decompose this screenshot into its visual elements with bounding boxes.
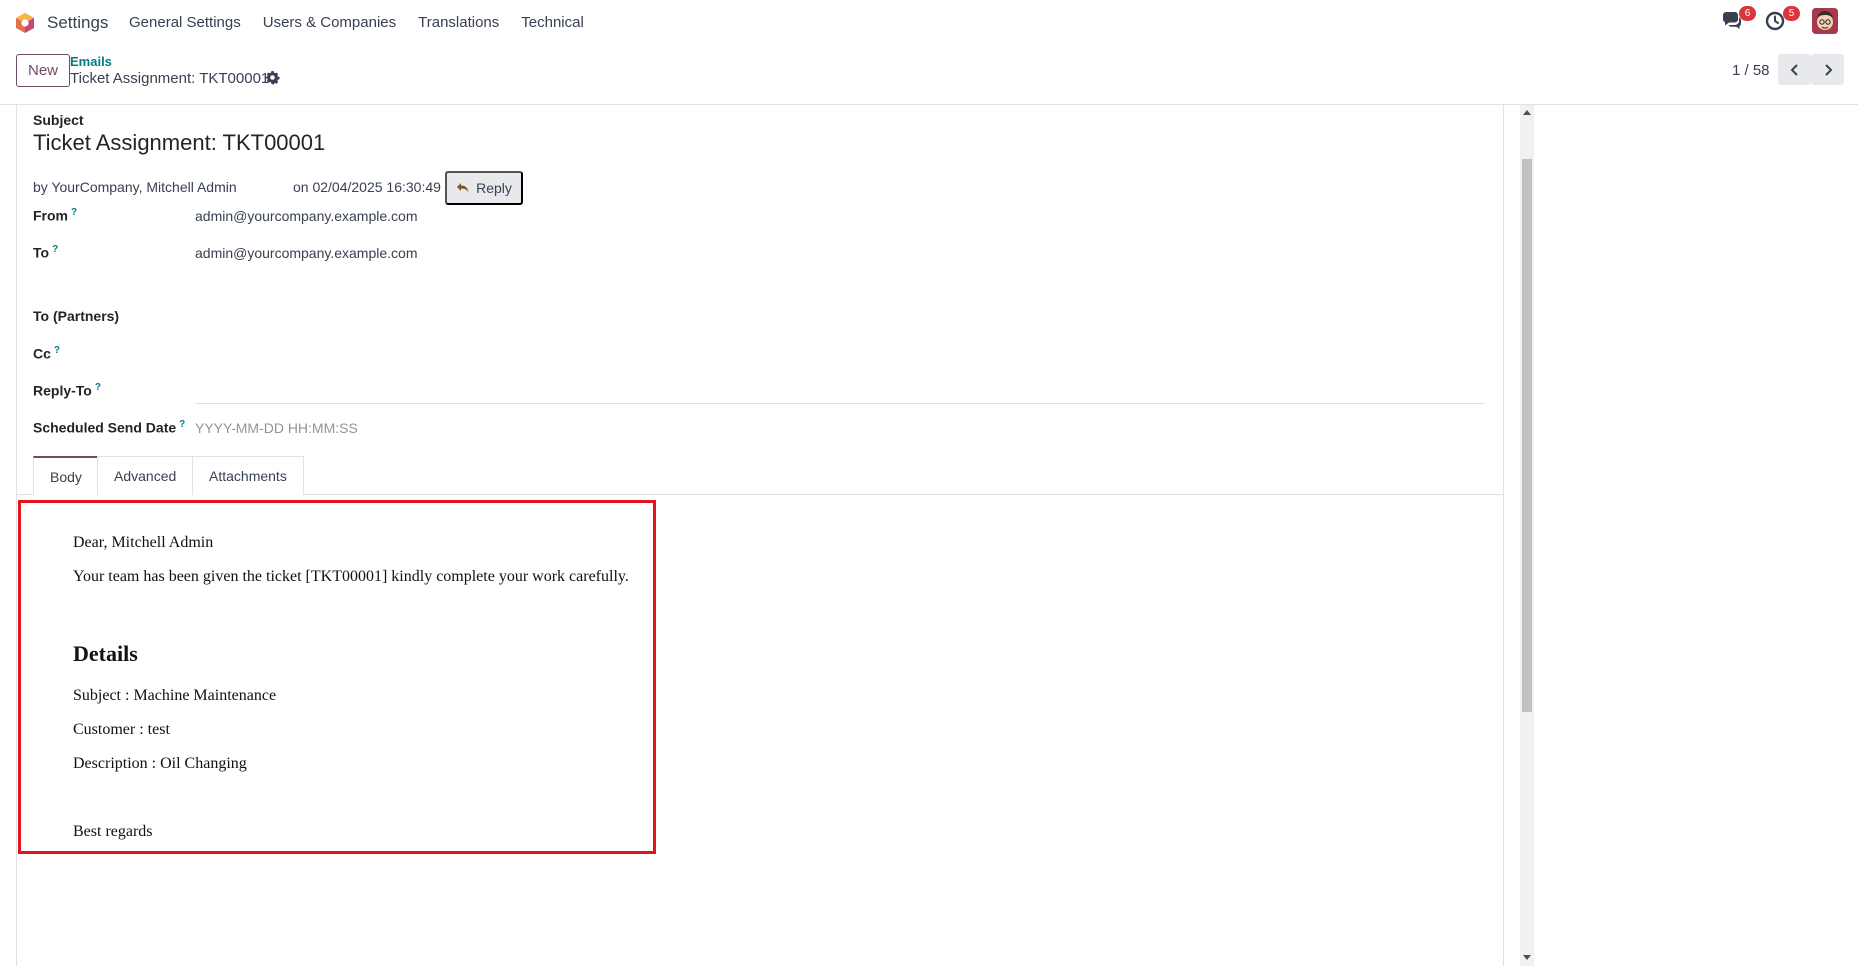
from-help-icon[interactable]: ?	[71, 207, 77, 218]
chevron-right-icon	[1824, 63, 1832, 76]
date-line: on 02/04/2025 16:30:49	[293, 179, 441, 195]
new-button[interactable]: New	[16, 54, 71, 87]
reply-label: Reply	[476, 180, 512, 196]
email-subject-line: Subject : Machine Maintenance	[73, 687, 277, 704]
email-closing: Best regards	[73, 823, 153, 840]
scroll-up-arrow-icon[interactable]	[1523, 110, 1531, 115]
pager-value[interactable]: 1 / 58	[1732, 62, 1770, 79]
tab-advanced[interactable]: Advanced	[97, 456, 194, 495]
from-label: From?	[33, 207, 77, 224]
menu-technical[interactable]: Technical	[521, 14, 584, 31]
reply-to-help-icon[interactable]: ?	[95, 382, 101, 393]
scroll-thumb[interactable]	[1522, 159, 1532, 712]
email-description-line: Description : Oil Changing	[73, 755, 247, 772]
reply-button[interactable]: Reply	[445, 171, 523, 205]
top-navbar: Settings General Settings Users & Compan…	[0, 0, 1858, 46]
messages-badge: 6	[1739, 6, 1756, 21]
email-greeting: Dear, Mitchell Admin	[73, 534, 214, 551]
form-scrollbar[interactable]	[1520, 105, 1534, 966]
to-label-text: To	[33, 244, 50, 261]
activities-badge: 5	[1783, 6, 1800, 21]
chevron-left-icon	[1790, 63, 1798, 76]
app-name[interactable]: Settings	[47, 13, 108, 33]
notebook-tabs: Body Advanced Attachments	[16, 456, 1504, 496]
cc-label: Cc?	[33, 345, 60, 362]
to-partners-label: To (Partners)	[33, 308, 120, 324]
menu-translations[interactable]: Translations	[418, 14, 499, 31]
reply-to-label: Reply-To?	[33, 382, 101, 399]
gear-icon[interactable]	[265, 70, 280, 85]
tab-attachments[interactable]: Attachments	[192, 456, 304, 495]
to-label: To?	[33, 244, 58, 261]
to-help-icon[interactable]: ?	[52, 244, 58, 255]
email-customer-line: Customer : test	[73, 721, 170, 738]
menu-general-settings[interactable]: General Settings	[129, 14, 241, 31]
control-panel: New Emails Ticket Assignment: TKT00001 1…	[0, 46, 1858, 105]
menu-users-companies[interactable]: Users & Companies	[263, 14, 396, 31]
scheduled-date-label: Scheduled Send Date?	[33, 419, 185, 436]
pager-next-button[interactable]	[1811, 54, 1844, 85]
cc-help-icon[interactable]: ?	[54, 345, 60, 356]
subject-value[interactable]: Ticket Assignment: TKT00001	[33, 130, 325, 156]
reply-icon	[457, 183, 469, 193]
breadcrumb-current-record: Ticket Assignment: TKT00001	[70, 70, 270, 87]
user-avatar[interactable]	[1812, 8, 1838, 34]
tab-body[interactable]: Body	[33, 456, 99, 496]
subject-label: Subject	[33, 112, 84, 128]
from-label-text: From	[33, 207, 68, 224]
scheduled-date-field[interactable]: YYYY-MM-DD HH:MM:SS	[195, 403, 1485, 436]
scroll-down-arrow-icon[interactable]	[1523, 955, 1531, 960]
messages-icon[interactable]: 6	[1720, 6, 1756, 33]
main-menu: General Settings Users & Companies Trans…	[129, 14, 606, 31]
email-body-highlight[interactable]	[18, 500, 656, 854]
email-intro: Your team has been given the ticket [TKT…	[73, 568, 629, 585]
cc-label-text: Cc	[33, 345, 51, 362]
author-line: by YourCompany, Mitchell Admin	[33, 179, 237, 195]
pager-previous-button[interactable]	[1778, 54, 1811, 85]
activities-clock-icon[interactable]: 5	[1764, 6, 1800, 33]
scheduled-help-icon[interactable]: ?	[179, 419, 185, 430]
odoo-logo-icon[interactable]	[14, 12, 36, 34]
scheduled-date-placeholder: YYYY-MM-DD HH:MM:SS	[195, 420, 358, 436]
reply-to-label-text: Reply-To	[33, 382, 92, 399]
to-value[interactable]: admin@yourcompany.example.com	[195, 245, 418, 261]
scheduled-date-label-text: Scheduled Send Date	[33, 419, 177, 436]
from-value[interactable]: admin@yourcompany.example.com	[195, 208, 418, 224]
systray: 6 5	[1700, 6, 1838, 34]
breadcrumb-emails[interactable]: Emails	[70, 54, 112, 69]
email-details-heading: Details	[73, 641, 138, 666]
